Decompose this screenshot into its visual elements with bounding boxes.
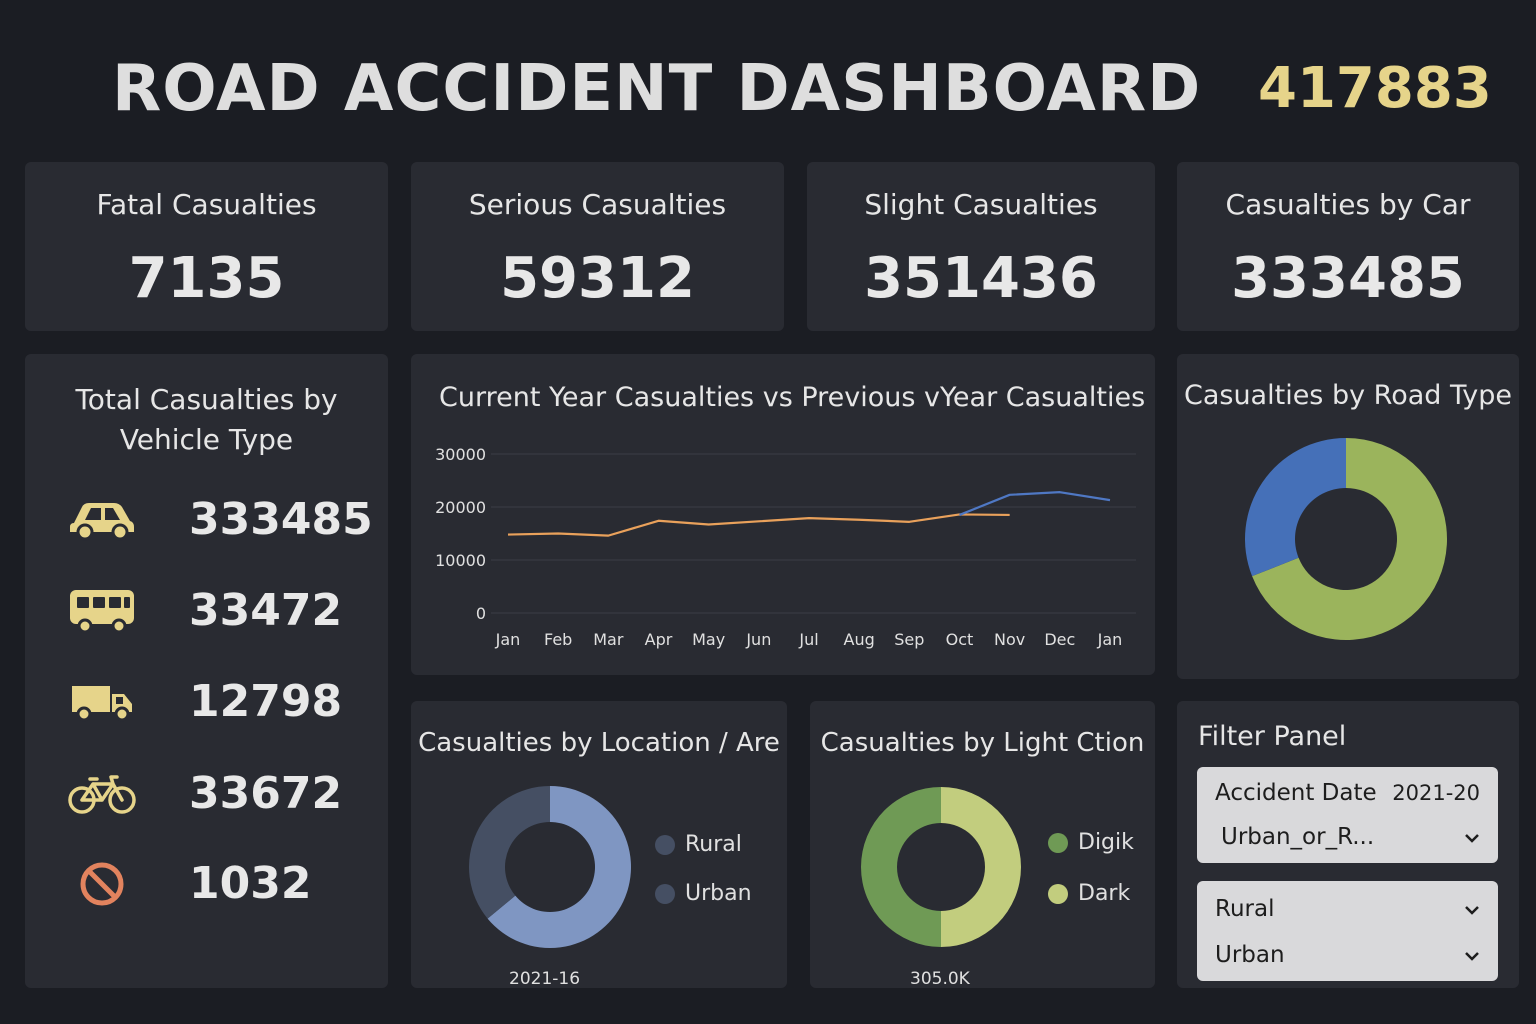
series-line-current <box>959 491 1111 516</box>
line-chart: 30000 20000 10000 0 Jan Feb Mar Apr May Jun Jul Aug… <box>435 445 1136 649</box>
kpi-label: Slight Casualties <box>864 188 1098 221</box>
legend-label: Dark <box>1078 881 1131 906</box>
truck-icon <box>65 672 139 732</box>
option-label: Rural <box>1215 896 1275 922</box>
light-slice-0 <box>941 787 1021 947</box>
x-tick-label: Dec <box>1044 630 1075 649</box>
road-type-card: Casualties by Road Type <box>1177 354 1519 679</box>
kpi-label: Casualties by Car <box>1225 188 1471 221</box>
road-type-donut <box>1245 438 1447 640</box>
legend-swatch <box>1048 883 1068 904</box>
kpi-card-slight: Slight Casualties 351436 <box>807 162 1155 331</box>
area-filter[interactable]: Rural Urban <box>1197 881 1498 981</box>
y-tick-label: 0 <box>476 604 486 623</box>
vehicle-row-bicycle: 33672 <box>65 764 385 824</box>
date-label: Accident Date <box>1215 780 1377 806</box>
chevron-down-icon[interactable] <box>1464 899 1480 920</box>
accident-date-filter[interactable]: Accident Date 2021-20 Urban_or_R... <box>1197 767 1498 863</box>
filter-panel-title: Filter Panel <box>1198 721 1347 752</box>
light-card: Casualties by Light Ction Digik Dark 305… <box>810 701 1155 989</box>
x-tick-label: Sep <box>894 630 924 649</box>
car-icon <box>65 490 139 550</box>
kpi-card-car: Casualties by Car 333485 <box>1177 162 1519 331</box>
option-urban[interactable]: Urban <box>1215 939 1480 971</box>
vehicle-value: 1032 <box>189 858 312 909</box>
vehicle-row-car: 333485 <box>65 490 385 550</box>
light-slice-1 <box>861 787 941 947</box>
kpi-value: 333485 <box>1231 246 1465 311</box>
legend-swatch <box>655 883 675 904</box>
x-tick-label: Oct <box>946 630 974 649</box>
legend-label: Urban <box>685 881 752 906</box>
vehicle-value: 333485 <box>189 494 373 545</box>
date-value[interactable]: 2021-20 <box>1392 781 1480 805</box>
legend-item-rural: Rural <box>655 832 742 857</box>
date-row: Accident Date 2021-20 <box>1215 777 1480 809</box>
x-tick-label: May <box>692 630 725 649</box>
kpi-card-fatal: Fatal Casualties 7135 <box>25 162 388 331</box>
x-tick-label: Aug <box>844 630 875 649</box>
x-tick-label: Feb <box>544 630 572 649</box>
vehicle-value: 33672 <box>189 768 343 819</box>
location-card: Casualties by Location / Are Rural Urban… <box>411 701 787 989</box>
location-footer: 2021-16 <box>509 969 581 989</box>
prohibited-icon <box>65 854 139 914</box>
legend-label: Digik <box>1078 830 1134 855</box>
y-tick-label: 20000 <box>435 498 486 517</box>
dashboard-title: ROAD ACCIDENT DASHBOARD <box>112 52 1202 126</box>
kpi-card-serious: Serious Casualties 59312 <box>411 162 784 331</box>
y-tick-label: 10000 <box>435 551 486 570</box>
kpi-value: 7135 <box>128 246 285 311</box>
x-tick-label: Mar <box>593 630 624 649</box>
legend-item-digik: Digik <box>1048 830 1134 855</box>
x-tick-label: Jun <box>745 630 771 649</box>
legend-label: Rural <box>685 832 742 857</box>
legend-swatch <box>655 834 675 855</box>
x-tick-label: Nov <box>994 630 1025 649</box>
urban-select-value: Urban_or_R... <box>1221 824 1375 850</box>
x-tick-label: Jul <box>798 630 818 649</box>
legend-item-dark: Dark <box>1048 881 1130 906</box>
chevron-down-icon[interactable] <box>1464 827 1480 848</box>
option-rural[interactable]: Rural <box>1215 893 1480 925</box>
total-casualties: 417883 <box>1258 56 1492 121</box>
bicycle-icon <box>65 764 139 824</box>
y-tick-label: 30000 <box>435 445 486 464</box>
vehicle-panel-title-line1: Total Casualties by <box>75 383 338 416</box>
x-tick-label: Jan <box>1097 630 1123 649</box>
kpi-label: Fatal Casualties <box>96 188 317 221</box>
series-line-previous <box>507 513 1010 537</box>
x-tick-label: Apr <box>645 630 673 649</box>
vehicle-value: 12798 <box>189 676 343 727</box>
kpi-label: Serious Casualties <box>468 188 727 221</box>
location-slice-1 <box>469 786 550 919</box>
vehicle-row-other: 1032 <box>65 854 385 914</box>
vehicle-panel-title-line2: Vehicle Type <box>119 423 294 456</box>
road-type-slice-1 <box>1245 438 1346 577</box>
vehicle-value: 33472 <box>189 585 343 636</box>
chevron-down-icon[interactable] <box>1464 945 1480 966</box>
vehicle-row-truck: 12798 <box>65 672 385 732</box>
kpi-value: 59312 <box>500 246 695 311</box>
vehicle-row-bus: 33472 <box>65 581 385 641</box>
option-label: Urban <box>1215 942 1285 968</box>
x-tick-label: Jan <box>495 630 521 649</box>
kpi-value: 351436 <box>864 246 1098 311</box>
filter-panel: Filter Panel Accident Date 2021-20 Urban… <box>1177 701 1519 988</box>
vehicle-type-panel: Total Casualties by Vehicle Type 333485 <box>25 354 388 988</box>
light-footer: 305.0K <box>910 969 970 989</box>
legend-item-urban: Urban <box>655 881 752 906</box>
line-chart-card: Current Year Casualties vs Previous vYea… <box>411 354 1155 675</box>
legend-swatch <box>1048 832 1068 853</box>
urban-select[interactable]: Urban_or_R... <box>1221 821 1480 853</box>
bus-icon <box>65 581 139 641</box>
